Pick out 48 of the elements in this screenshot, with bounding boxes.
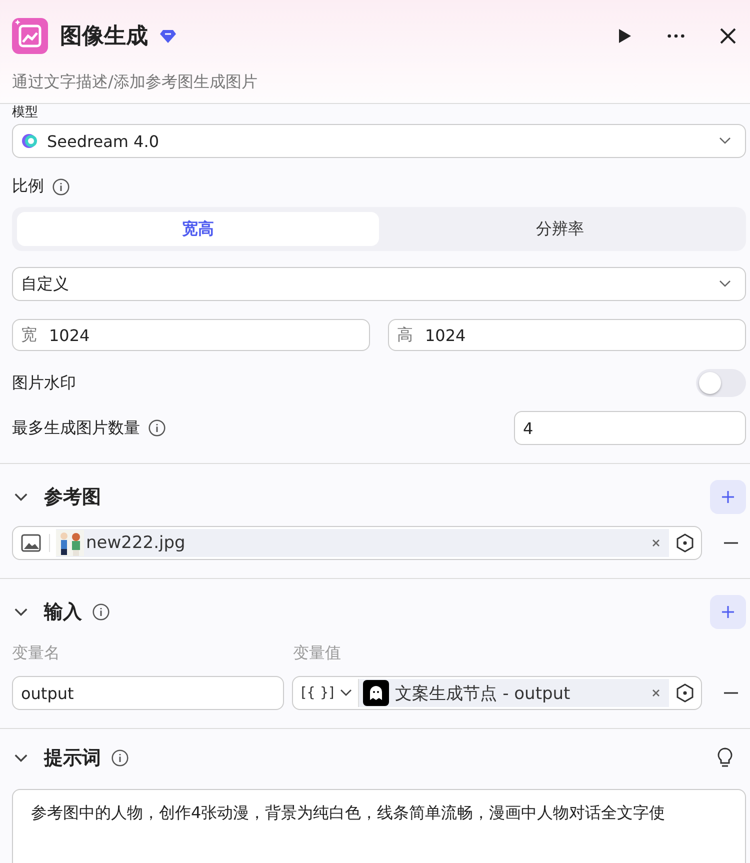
chevron-down-icon[interactable] (14, 492, 28, 502)
type-selector[interactable]: [{ }] (293, 685, 334, 701)
section-title: 提示词 (44, 746, 101, 771)
model-logo-icon (21, 132, 39, 150)
diamond-icon (160, 29, 176, 43)
field-label: 比例 (12, 176, 44, 197)
section-title: 参考图 (44, 485, 101, 510)
ratio-tab[interactable]: 分辨率 (379, 212, 741, 246)
chevron-down-icon[interactable] (14, 608, 28, 616)
field-label: 图片水印 (12, 372, 76, 394)
height-field[interactable]: 高 1024 (388, 319, 746, 351)
plus-icon (721, 490, 735, 504)
field-label: 模型 (12, 106, 39, 120)
width-field[interactable]: 宽 1024 (12, 319, 370, 351)
lightbulb-icon[interactable] (716, 747, 734, 769)
info-icon (92, 603, 110, 621)
reference-image-field[interactable]: new222.jpg (12, 526, 702, 560)
count-field[interactable]: 4 (514, 411, 746, 445)
prompt-textarea[interactable]: 参考图中的人物，创作4张动漫，背景为纯白色，线条简单流畅，漫画中人物对话全文字使 (12, 789, 746, 863)
column-header: 变量值 (293, 643, 341, 664)
remove-icon[interactable] (651, 538, 661, 548)
variable-name-field[interactable]: output (12, 676, 284, 710)
field-label: 最多生成图片数量 (12, 418, 140, 438)
ghost-logo-icon (363, 680, 390, 706)
chevron-down-icon[interactable] (340, 689, 352, 697)
info-icon (111, 749, 129, 767)
chevron-down-icon (719, 137, 731, 145)
variable-hexagon-icon[interactable] (675, 533, 695, 553)
ratio-select[interactable]: 自定义 (12, 267, 746, 301)
file-name: new222.jpg (86, 533, 186, 553)
chevron-down-icon (719, 280, 731, 288)
ratio-tab[interactable]: 宽高 (17, 212, 379, 246)
watermark-toggle[interactable] (696, 369, 746, 397)
close-icon[interactable] (718, 26, 738, 46)
info-icon (52, 178, 70, 196)
node-description: 通过文字描述/添加参考图生成图片 (12, 72, 258, 93)
plus-icon (721, 605, 735, 619)
variable-value-field[interactable]: [{ }] 文案生成节点 - output (292, 676, 702, 710)
model-select[interactable]: Seedream 4.0 (12, 124, 746, 158)
image-app-icon (12, 18, 48, 54)
variable-hexagon-icon[interactable] (675, 683, 695, 703)
section-title: 输入 (44, 600, 82, 625)
variable-reference: 文案生成节点 - output (395, 682, 570, 704)
remove-icon[interactable] (651, 688, 661, 698)
info-icon (148, 419, 166, 437)
chevron-down-icon[interactable] (14, 754, 28, 762)
node-title: 图像生成 (60, 23, 148, 51)
column-header: 变量名 (12, 643, 61, 664)
